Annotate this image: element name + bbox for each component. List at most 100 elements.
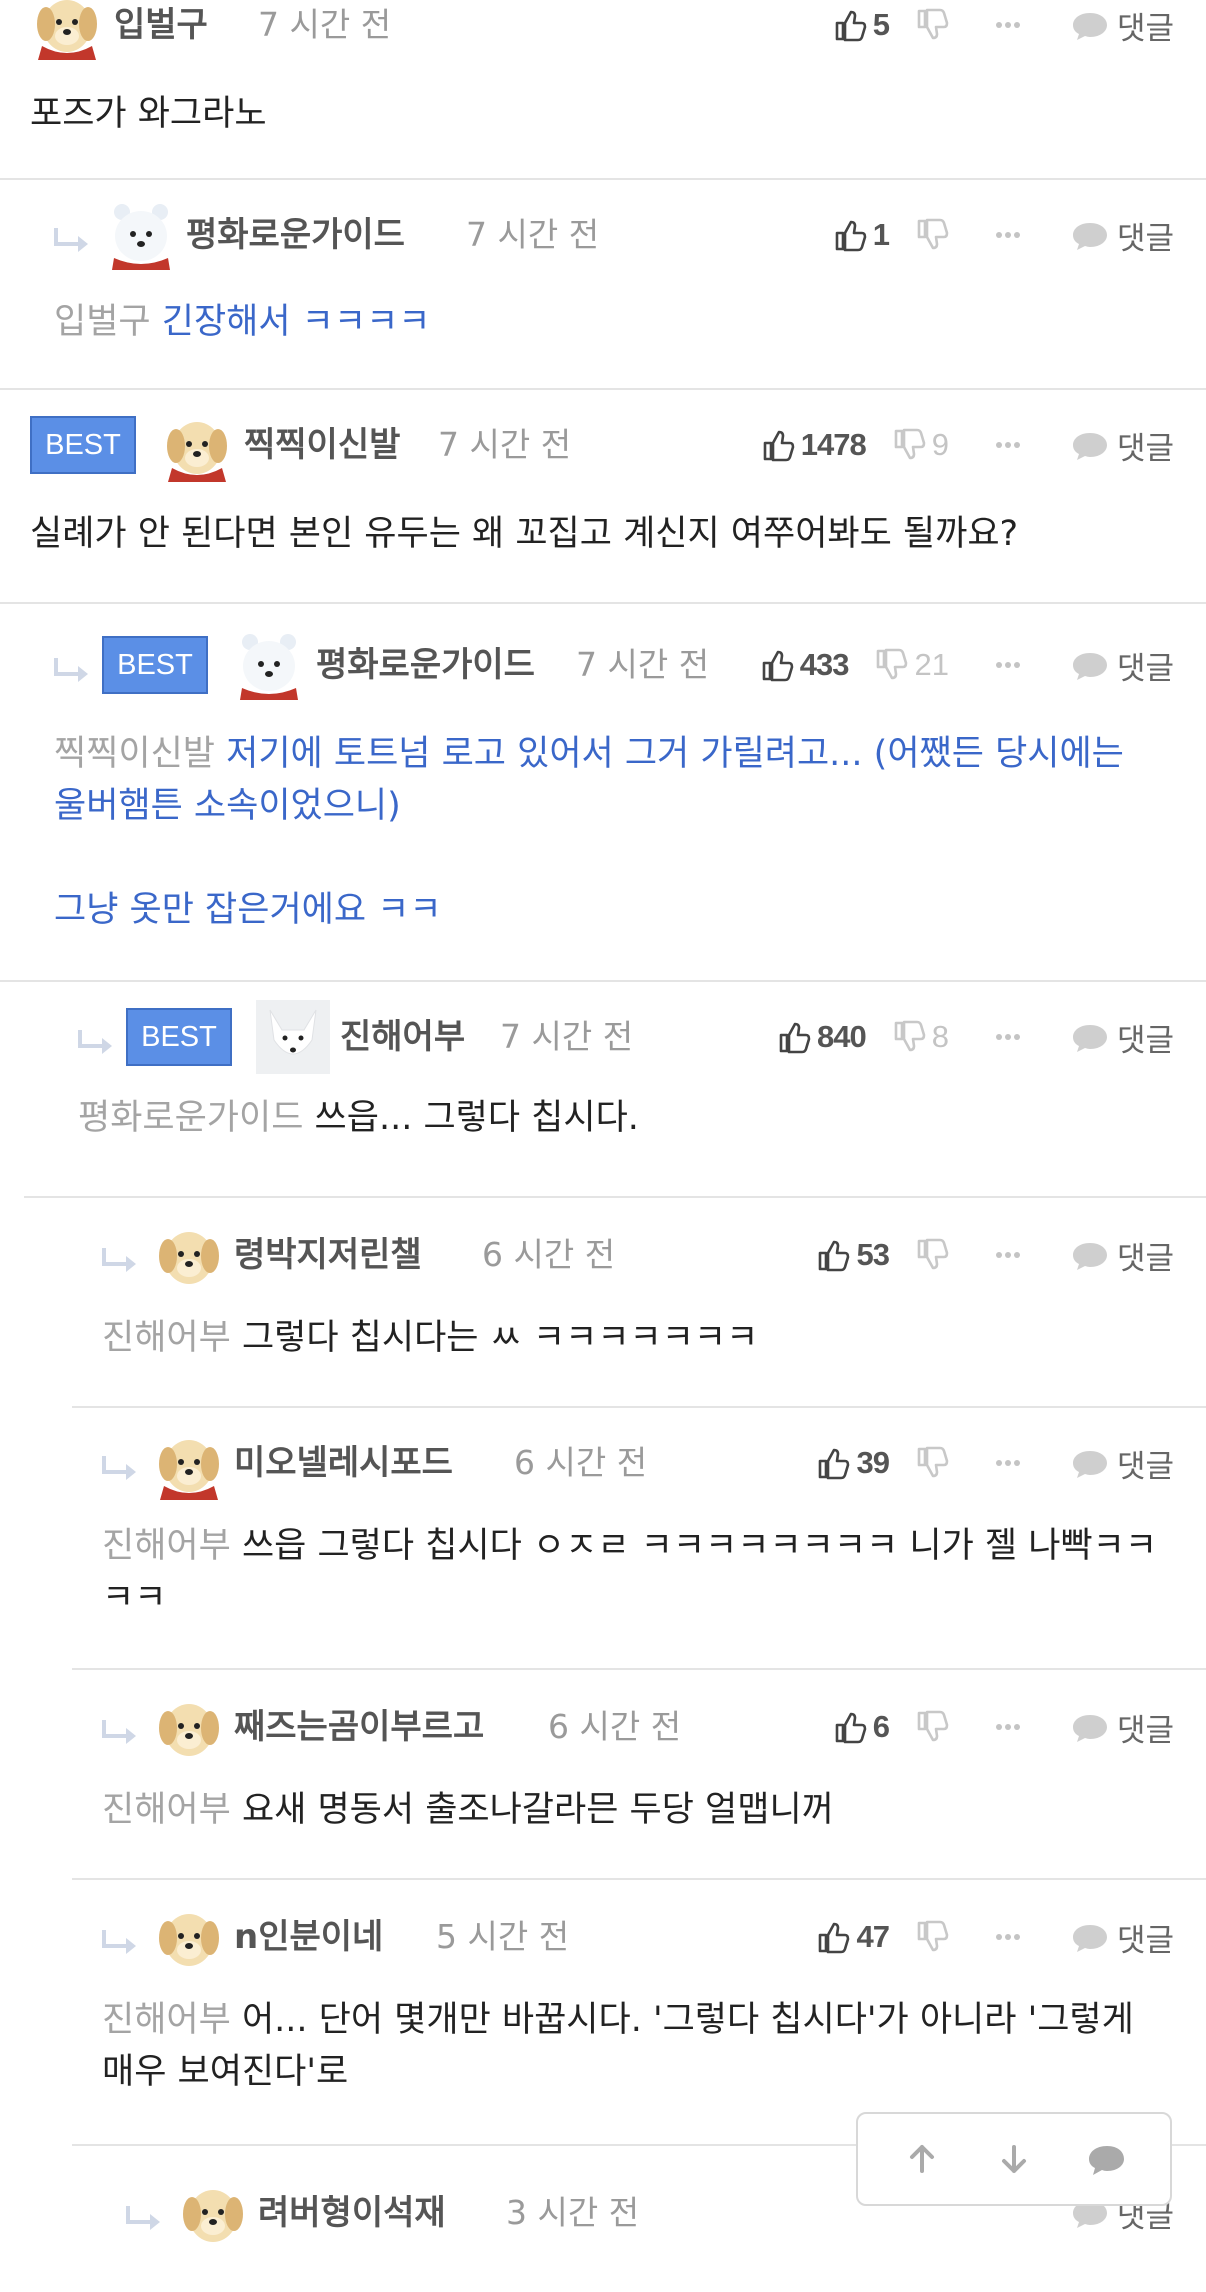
dislike-button[interactable] (915, 1446, 949, 1480)
reply-button[interactable]: 댓글 (1071, 1015, 1174, 1060)
nickname[interactable]: 진해어부 (340, 1012, 465, 1062)
best-badge: BEST (102, 636, 208, 694)
comment-item: BEST 찍찍이신발 7 시간 전 1478 9 댓글 실례가 안 된다면 본인… (0, 390, 1206, 604)
comment-actions: 1 댓글 (833, 210, 1174, 260)
like-button[interactable]: 433 (760, 640, 849, 690)
like-button[interactable]: 840 (777, 1012, 867, 1062)
mention[interactable]: 진해어부 (102, 1526, 231, 1566)
nickname[interactable]: 찍찍이신발 (244, 420, 400, 470)
dislike-button[interactable]: 8 (892, 1019, 949, 1055)
like-button[interactable]: 47 (816, 1912, 890, 1962)
avatar[interactable] (176, 2176, 250, 2250)
avatar[interactable] (152, 1426, 226, 1500)
reply-button[interactable]: 댓글 (1071, 3, 1174, 48)
thumbs-down-icon (917, 218, 949, 250)
like-count: 1478 (800, 427, 867, 462)
like-button[interactable]: 39 (816, 1438, 890, 1488)
reply-button[interactable]: 댓글 (1071, 1915, 1174, 1960)
more-options-icon[interactable] (991, 1238, 1025, 1272)
reply-button[interactable]: 댓글 (1071, 423, 1174, 468)
nickname[interactable]: 입벌구 (114, 0, 208, 50)
timestamp: 7 시간 전 (500, 1017, 634, 1056)
dislike-button[interactable]: 9 (892, 427, 949, 463)
dislike-button[interactable] (915, 1710, 949, 1744)
mention[interactable]: 찍찍이신발 (54, 734, 215, 774)
reply-label: 댓글 (1116, 1922, 1174, 1959)
comment-actions: 840 8 댓글 (777, 1012, 1174, 1062)
like-button[interactable]: 6 (833, 1702, 890, 1752)
speech-bubble-icon (1072, 1025, 1107, 1052)
reply-button[interactable]: 댓글 (1071, 1705, 1174, 1750)
nickname[interactable]: 려버형이석재 (258, 2188, 446, 2238)
avatar[interactable] (160, 408, 234, 482)
reply-button[interactable]: 댓글 (1071, 1233, 1174, 1278)
nickname[interactable]: 평화로운가이드 (186, 210, 405, 260)
arrow-up-icon[interactable] (902, 2139, 942, 2179)
more-options-icon[interactable] (991, 8, 1025, 42)
comment-item: 째즈는곰이부르고 6 시간 전 6 댓글 진해어부 요새 명동서 출조나갈라믄 … (72, 1670, 1206, 1880)
speech-bubble-icon (1072, 433, 1107, 460)
reply-arrow-icon (54, 656, 90, 684)
more-options-icon[interactable] (991, 1710, 1025, 1744)
mention[interactable]: 진해어부 (102, 1318, 231, 1358)
like-button[interactable]: 1 (833, 210, 890, 260)
speech-bubble-icon (1072, 1715, 1107, 1742)
timestamp: 7 시간 전 (258, 5, 392, 44)
comment-item: BEST 평화로운가이드 7 시간 전 433 21 댓글 찍찍이신발 저기에 … (0, 604, 1206, 982)
dislike-button[interactable] (915, 218, 949, 252)
avatar[interactable] (104, 198, 178, 272)
comment-bubble-icon[interactable] (1086, 2139, 1126, 2179)
best-badge: BEST (30, 416, 136, 474)
nickname[interactable]: n인분이네 (234, 1912, 383, 1962)
dislike-button[interactable] (915, 1238, 949, 1272)
reply-button[interactable]: 댓글 (1071, 213, 1174, 258)
nickname[interactable]: 령박지저린챌 (234, 1230, 422, 1280)
more-options-icon[interactable] (991, 1020, 1025, 1054)
thumbs-up-icon (835, 220, 867, 252)
dislike-button[interactable] (915, 1920, 949, 1954)
mention[interactable]: 입벌구 (54, 302, 151, 342)
avatar[interactable] (256, 1000, 330, 1074)
thumbs-down-icon (917, 1920, 949, 1952)
speech-bubble-icon (1072, 13, 1107, 40)
like-button[interactable]: 1478 (761, 420, 867, 470)
reply-label: 댓글 (1116, 10, 1174, 47)
more-options-icon[interactable] (991, 1920, 1025, 1954)
more-options-icon[interactable] (991, 648, 1025, 682)
mention[interactable]: 진해어부 (102, 2000, 231, 2040)
dislike-count: 8 (931, 1019, 949, 1054)
mention[interactable]: 진해어부 (102, 1790, 231, 1830)
comment-header: BEST 평화로운가이드 7 시간 전 433 21 댓글 (0, 634, 1206, 720)
nickname[interactable]: 째즈는곰이부르고 (234, 1702, 484, 1752)
thumbs-up-icon (819, 1448, 850, 1480)
reply-label: 댓글 (1116, 1240, 1174, 1277)
more-options-icon[interactable] (991, 218, 1025, 252)
avatar[interactable] (152, 1218, 226, 1292)
dislike-button[interactable] (915, 8, 949, 42)
mention[interactable]: 평화로운가이드 (78, 1098, 303, 1138)
reply-label: 댓글 (1116, 1448, 1174, 1485)
like-count: 433 (799, 647, 850, 682)
avatar[interactable] (30, 0, 104, 60)
thumbs-up-icon (819, 1922, 850, 1954)
arrow-down-icon[interactable] (994, 2139, 1034, 2179)
like-button[interactable]: 5 (833, 0, 890, 50)
avatar[interactable] (232, 628, 306, 702)
speech-bubble-icon (1072, 1451, 1107, 1478)
reply-button[interactable]: 댓글 (1071, 1441, 1174, 1486)
reply-button[interactable]: 댓글 (1071, 643, 1174, 688)
comment-item: n인분이네 5 시간 전 47 댓글 진해어부 어... 단어 몇개만 바꿉시다… (72, 1880, 1206, 2146)
avatar[interactable] (152, 1690, 226, 1764)
dislike-button[interactable]: 21 (874, 647, 949, 683)
comment-body: 포즈가 와그라노 (30, 88, 1166, 140)
comment-actions: 433 21 댓글 (760, 640, 1174, 690)
more-options-icon[interactable] (991, 1446, 1025, 1480)
like-button[interactable]: 53 (816, 1230, 890, 1280)
timestamp: 7 시간 전 (576, 645, 710, 684)
comment-item: BEST 진해어부 7 시간 전 840 8 댓글 평화로운가이드 쓰읍... … (24, 982, 1206, 1198)
nickname[interactable]: 평화로운가이드 (316, 640, 535, 690)
more-options-icon[interactable] (991, 428, 1025, 462)
nickname[interactable]: 미오넬레시포드 (234, 1438, 453, 1488)
avatar[interactable] (152, 1900, 226, 1974)
speech-bubble-icon (1072, 653, 1107, 680)
